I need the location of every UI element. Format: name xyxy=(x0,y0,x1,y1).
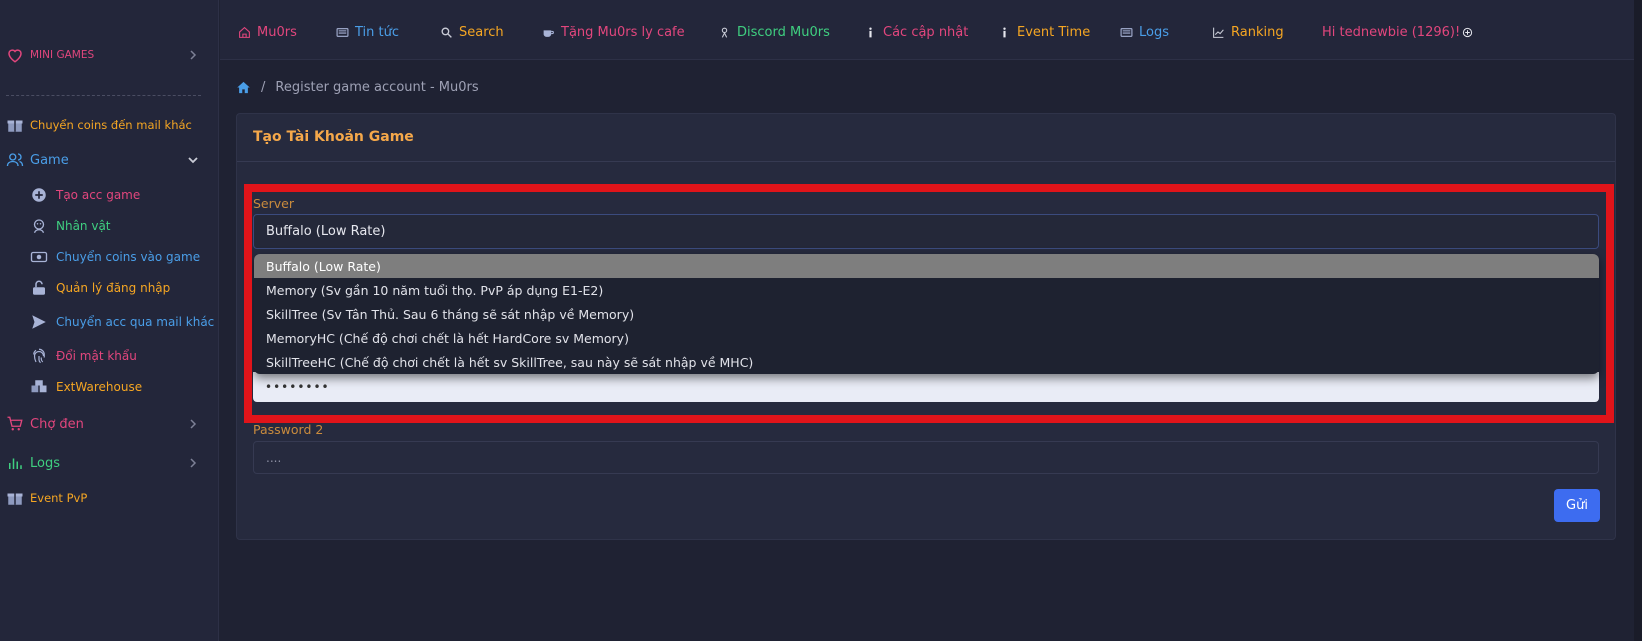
sidebar-item-change-password[interactable]: Đổi mật khẩu xyxy=(0,341,219,371)
sidebar-label-logs: Logs xyxy=(30,455,60,471)
sidebar-label-game: Game xyxy=(30,152,69,168)
server-label: Server xyxy=(253,196,294,211)
home-icon xyxy=(238,26,251,39)
unlock-icon xyxy=(30,279,48,297)
money-icon xyxy=(30,248,48,266)
server-option[interactable]: Buffalo (Low Rate) xyxy=(254,254,1599,278)
nav-ranking[interactable]: Ranking xyxy=(1212,22,1284,42)
nav-logs-label: Logs xyxy=(1139,24,1169,40)
sidebar-item-transfer-coins-game[interactable]: Chuyển coins vào game xyxy=(0,242,219,272)
nav-news[interactable]: Tin tức xyxy=(336,22,399,42)
search-icon xyxy=(440,26,453,39)
breadcrumb-current: Register game account - Mu0rs xyxy=(275,79,479,95)
password2-input[interactable]: .... xyxy=(253,441,1599,474)
sidebar-item-transfer-coins-mail[interactable]: Chuyển coins đến mail khác xyxy=(0,110,219,140)
cart-icon xyxy=(6,415,24,433)
sidebar-label-transfer-acc: Chuyển acc qua mail khác xyxy=(56,315,215,329)
character-icon xyxy=(30,217,48,235)
sidebar: MINI GAMES Chuyển coins đến mail khác Ga… xyxy=(0,0,219,641)
home-icon[interactable] xyxy=(236,80,251,95)
logs-icon xyxy=(1120,26,1133,39)
chevron-right-icon xyxy=(187,418,199,430)
sidebar-label-login-management: Quản lý đăng nhập xyxy=(56,281,171,295)
sidebar-label-create-acc: Tạo acc game xyxy=(56,188,141,202)
nav-coffee[interactable]: Tặng Mu0rs ly cafe xyxy=(542,22,685,42)
sidebar-label-transfer-coins-game: Chuyển coins vào game xyxy=(56,250,201,264)
chevron-right-icon xyxy=(187,457,199,469)
discord-icon xyxy=(718,26,731,39)
info-icon xyxy=(998,26,1011,39)
sidebar-item-mini-games[interactable]: MINI GAMES xyxy=(0,40,219,70)
nav-search[interactable]: Search xyxy=(440,22,504,42)
users-icon xyxy=(6,151,24,169)
nav-discord[interactable]: Discord Mu0rs xyxy=(718,22,830,42)
breadcrumb-separator: / xyxy=(261,79,266,95)
sidebar-label-characters: Nhân vật xyxy=(56,219,111,233)
nav-news-label: Tin tức xyxy=(355,24,400,40)
nav-updates-label: Các cập nhật xyxy=(883,24,969,40)
gift-icon xyxy=(6,116,24,134)
nav-ranking-label: Ranking xyxy=(1231,24,1284,40)
server-select-value: Buffalo (Low Rate) xyxy=(266,224,386,239)
sidebar-item-create-acc[interactable]: Tạo acc game xyxy=(0,180,219,210)
server-option[interactable]: Memory (Sv gần 10 năm tuổi thọ. PvP áp d… xyxy=(254,278,1599,302)
password2-placeholder: .... xyxy=(266,450,282,465)
sidebar-item-ext-warehouse[interactable]: ExtWarehouse xyxy=(0,372,219,402)
nav-home[interactable]: Mu0rs xyxy=(238,22,297,42)
card-title: Tạo Tài Khoản Game xyxy=(253,129,414,145)
sidebar-label-event-pvp: Event PvP xyxy=(30,491,88,505)
news-icon xyxy=(336,26,349,39)
fingerprint-icon xyxy=(30,347,48,365)
chart-icon xyxy=(1212,26,1225,39)
scrollbar[interactable] xyxy=(1634,0,1642,641)
gift-icon xyxy=(6,489,24,507)
send-icon xyxy=(30,313,48,331)
sidebar-label-transfer-coins-mail: Chuyển coins đến mail khác xyxy=(30,118,192,132)
bar-chart-icon xyxy=(6,454,24,472)
chevron-down-icon xyxy=(187,154,199,166)
password2-label: Password 2 xyxy=(253,422,324,437)
nav-home-label: Mu0rs xyxy=(257,24,297,40)
breadcrumb: / Register game account - Mu0rs xyxy=(236,77,479,97)
nav-user-menu[interactable]: Hi tednewbie (1296)! xyxy=(1322,22,1473,42)
boxes-icon xyxy=(30,378,48,396)
server-dropdown: Buffalo (Low Rate) Memory (Sv gần 10 năm… xyxy=(254,254,1599,374)
nav-event-time[interactable]: Event Time xyxy=(998,22,1090,42)
nav-logs[interactable]: Logs xyxy=(1120,22,1169,42)
nav-coffee-label: Tặng Mu0rs ly cafe xyxy=(561,24,685,40)
nav-search-label: Search xyxy=(459,24,504,40)
sidebar-item-transfer-acc[interactable]: Chuyển acc qua mail khác xyxy=(0,307,219,337)
plus-circle-icon xyxy=(30,186,48,204)
nav-updates[interactable]: Các cập nhật xyxy=(864,22,968,42)
sidebar-item-logs[interactable]: Logs xyxy=(0,448,219,478)
card-header: Tạo Tài Khoản Game xyxy=(237,114,1615,162)
info-icon xyxy=(864,26,877,39)
sidebar-divider xyxy=(6,95,201,96)
sidebar-item-black-market[interactable]: Chợ đen xyxy=(0,409,219,439)
coffee-icon xyxy=(542,26,555,39)
server-option[interactable]: SkillTreeHC (Chế độ chơi chết là hết sv … xyxy=(254,350,1599,374)
sidebar-label-black-market: Chợ đen xyxy=(30,416,84,432)
sidebar-item-game[interactable]: Game xyxy=(0,145,219,175)
nav-discord-label: Discord Mu0rs xyxy=(737,24,830,40)
submit-button[interactable]: Gửi xyxy=(1554,489,1600,522)
heart-icon xyxy=(6,46,24,64)
sidebar-item-event-pvp[interactable]: Event PvP xyxy=(0,483,219,513)
password-field[interactable]: •••••••• xyxy=(253,372,1599,402)
sidebar-item-login-management[interactable]: Quản lý đăng nhập xyxy=(0,273,219,303)
server-select[interactable]: Buffalo (Low Rate) xyxy=(253,214,1599,249)
plus-circle-icon xyxy=(1462,27,1473,38)
sidebar-label-change-password: Đổi mật khẩu xyxy=(56,349,137,363)
server-option[interactable]: SkillTree (Sv Tân Thủ. Sau 6 tháng sẽ sá… xyxy=(254,302,1599,326)
sidebar-item-characters[interactable]: Nhân vật xyxy=(0,211,219,241)
chevron-right-icon xyxy=(187,49,199,61)
nav-event-time-label: Event Time xyxy=(1017,24,1091,40)
server-option[interactable]: MemoryHC (Chế độ chơi chết là hết HardCo… xyxy=(254,326,1599,350)
password-value: •••••••• xyxy=(265,380,330,394)
user-greeting: Hi tednewbie (1296)! xyxy=(1322,24,1461,40)
sidebar-label-mini-games: MINI GAMES xyxy=(30,49,95,61)
sidebar-label-ext-warehouse: ExtWarehouse xyxy=(56,380,143,394)
top-navbar: Mu0rs Tin tức Search Tặng Mu0rs ly cafe … xyxy=(220,0,1642,60)
